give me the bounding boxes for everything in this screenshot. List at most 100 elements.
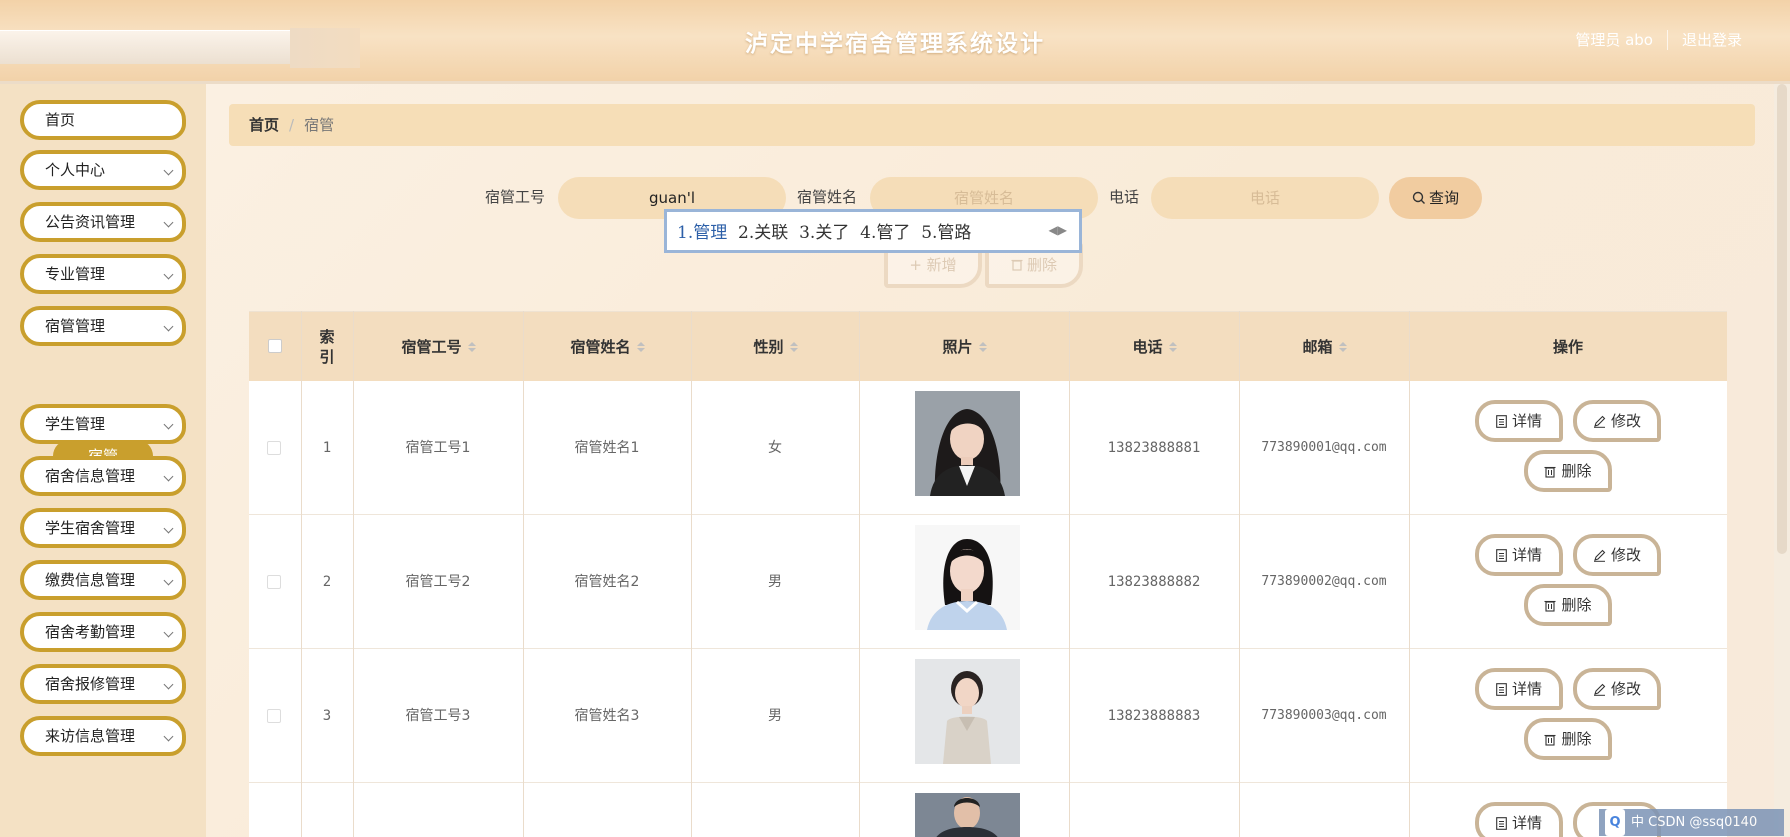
sidebar-item-majors[interactable]: 专业管理 bbox=[20, 254, 186, 294]
cell-index: 1 bbox=[322, 440, 332, 456]
delete-label: 删除 bbox=[1561, 462, 1592, 480]
column-divider bbox=[1239, 311, 1240, 837]
detail-button[interactable]: 详情 bbox=[1475, 802, 1563, 837]
sort-icon[interactable] bbox=[790, 342, 797, 352]
ime-candidate[interactable]: 4.管了 bbox=[860, 223, 910, 243]
chevron-down-icon bbox=[163, 165, 174, 176]
cell-email: 773890001@qq.com bbox=[1261, 440, 1387, 455]
document-icon bbox=[1496, 415, 1507, 428]
delete-button[interactable]: 删除 bbox=[1524, 450, 1612, 492]
edit-label: 修改 bbox=[1610, 680, 1641, 698]
column-divider bbox=[859, 311, 860, 837]
ime-page-arrows-icon[interactable]: ◀▶ bbox=[1049, 223, 1067, 237]
manager-name-label: 宿管姓名 bbox=[797, 188, 858, 206]
scrollbar-thumb[interactable] bbox=[1777, 84, 1787, 554]
ime-candidate[interactable]: 2.关联 bbox=[738, 223, 788, 243]
trash-icon bbox=[1544, 466, 1556, 478]
vertical-scrollbar[interactable] bbox=[1774, 84, 1790, 837]
row-checkbox[interactable] bbox=[267, 441, 281, 455]
edit-icon bbox=[1593, 549, 1606, 562]
sort-icon[interactable] bbox=[1169, 342, 1176, 352]
sidebar-item-label: 来访信息管理 bbox=[45, 727, 136, 745]
breadcrumb-home[interactable]: 首页 bbox=[249, 116, 279, 134]
sidebar-item-students[interactable]: 学生管理 bbox=[20, 404, 186, 444]
delete-button[interactable]: 删除 bbox=[1524, 718, 1612, 760]
header-manager-name[interactable]: 宿管姓名 bbox=[523, 312, 691, 382]
cell-email: 773890003@qq.com bbox=[1261, 708, 1387, 723]
manager-photo[interactable] bbox=[915, 391, 1020, 496]
cell-phone: 13823888882 bbox=[1107, 574, 1201, 590]
chevron-down-icon bbox=[163, 731, 174, 742]
sort-icon[interactable] bbox=[637, 342, 644, 352]
sidebar-item-announcements[interactable]: 公告资讯管理 bbox=[20, 202, 186, 242]
cell-phone: 13823888881 bbox=[1107, 440, 1201, 456]
admin-role-label: 管理员 abo bbox=[1575, 31, 1653, 49]
ime-candidate[interactable]: 1.管理 bbox=[677, 223, 727, 243]
chevron-down-icon bbox=[163, 217, 174, 228]
edit-label: 修改 bbox=[1610, 412, 1641, 430]
detail-button[interactable]: 详情 bbox=[1475, 400, 1563, 442]
sidebar-item-payments[interactable]: 缴费信息管理 bbox=[20, 560, 186, 600]
sidebar-item-student-dorms[interactable]: 学生宿舍管理 bbox=[20, 508, 186, 548]
edit-button[interactable]: 修改 bbox=[1573, 534, 1661, 576]
table-row: 2 宿管工号2 宿管姓名2 男 13823888882 773890002@qq… bbox=[249, 515, 1727, 649]
manager-id-label: 宿管工号 bbox=[485, 188, 546, 206]
sort-icon[interactable] bbox=[468, 342, 475, 352]
detail-label: 详情 bbox=[1511, 412, 1542, 430]
header-gender[interactable]: 性别 bbox=[691, 312, 859, 382]
manager-photo[interactable] bbox=[915, 793, 1020, 837]
column-divider bbox=[1409, 311, 1410, 837]
manager-photo[interactable] bbox=[915, 525, 1020, 630]
cell-manager-id: 宿管工号2 bbox=[405, 574, 471, 590]
user-area: 管理员 abo 退出登录 bbox=[1575, 29, 1742, 50]
sidebar-item-dorm-info[interactable]: 宿舍信息管理 bbox=[20, 456, 186, 496]
ime-candidate-popup: 1.管理 2.关联 3.关了 4.管了 5.管路 ◀▶ bbox=[664, 209, 1082, 253]
chevron-down-icon bbox=[163, 419, 174, 430]
sort-icon[interactable] bbox=[979, 342, 986, 352]
sidebar-item-label: 学生管理 bbox=[45, 415, 106, 433]
header-email[interactable]: 邮箱 bbox=[1239, 312, 1409, 382]
sidebar-item-label: 专业管理 bbox=[45, 265, 106, 283]
sidebar-item-visitors[interactable]: 来访信息管理 bbox=[20, 716, 186, 756]
select-all-checkbox[interactable] bbox=[268, 339, 282, 353]
ime-candidate[interactable]: 3.关了 bbox=[799, 223, 849, 243]
detail-button[interactable]: 详情 bbox=[1475, 534, 1563, 576]
sidebar-item-attendance[interactable]: 宿舍考勤管理 bbox=[20, 612, 186, 652]
sidebar-item-dorm-managers[interactable]: 宿管管理 bbox=[20, 306, 186, 346]
breadcrumb-current: 宿管 bbox=[304, 116, 335, 134]
sidebar-item-label: 宿管管理 bbox=[45, 317, 106, 335]
table-row: 详情 bbox=[249, 783, 1727, 837]
ime-candidate[interactable]: 5.管路 bbox=[921, 223, 971, 243]
ime-logo-icon: Q bbox=[1605, 809, 1625, 836]
chevron-down-icon bbox=[163, 321, 174, 332]
document-icon bbox=[1496, 683, 1507, 696]
logout-link[interactable]: 退出登录 bbox=[1682, 29, 1742, 50]
table-header: 索引 宿管工号 宿管姓名 性别 照片 电话 邮箱 操作 bbox=[249, 311, 1727, 381]
detail-label: 详情 bbox=[1511, 814, 1542, 832]
edit-button[interactable]: 修改 bbox=[1573, 668, 1661, 710]
row-checkbox[interactable] bbox=[267, 709, 281, 723]
sort-icon[interactable] bbox=[1339, 342, 1346, 352]
cell-email: 773890002@qq.com bbox=[1261, 574, 1387, 589]
cell-manager-name: 宿管姓名1 bbox=[574, 440, 640, 456]
detail-button[interactable]: 详情 bbox=[1475, 668, 1563, 710]
sidebar-item-home[interactable]: 首页 bbox=[20, 100, 186, 140]
edit-button[interactable]: 修改 bbox=[1573, 400, 1661, 442]
sidebar-item-label: 宿舍报修管理 bbox=[45, 675, 136, 693]
header-select-all[interactable] bbox=[249, 312, 301, 382]
row-checkbox[interactable] bbox=[267, 575, 281, 589]
header-phone[interactable]: 电话 bbox=[1069, 312, 1239, 382]
table-row: 1 宿管工号1 宿管姓名1 女 13823888881 773890001@qq… bbox=[249, 381, 1727, 515]
column-divider bbox=[523, 311, 524, 837]
header-index: 索引 bbox=[301, 312, 353, 382]
header-label: 宿管姓名 bbox=[570, 338, 631, 356]
delete-button[interactable]: 删除 bbox=[1524, 584, 1612, 626]
header-photo[interactable]: 照片 bbox=[859, 312, 1069, 382]
phone-input[interactable] bbox=[1151, 177, 1379, 219]
header-label: 照片 bbox=[942, 338, 973, 356]
sidebar-item-personal-center[interactable]: 个人中心 bbox=[20, 150, 186, 190]
header-manager-id[interactable]: 宿管工号 bbox=[353, 312, 523, 382]
manager-photo[interactable] bbox=[915, 659, 1020, 764]
sidebar-item-repairs[interactable]: 宿舍报修管理 bbox=[20, 664, 186, 704]
query-button[interactable]: 查询 bbox=[1389, 177, 1482, 219]
